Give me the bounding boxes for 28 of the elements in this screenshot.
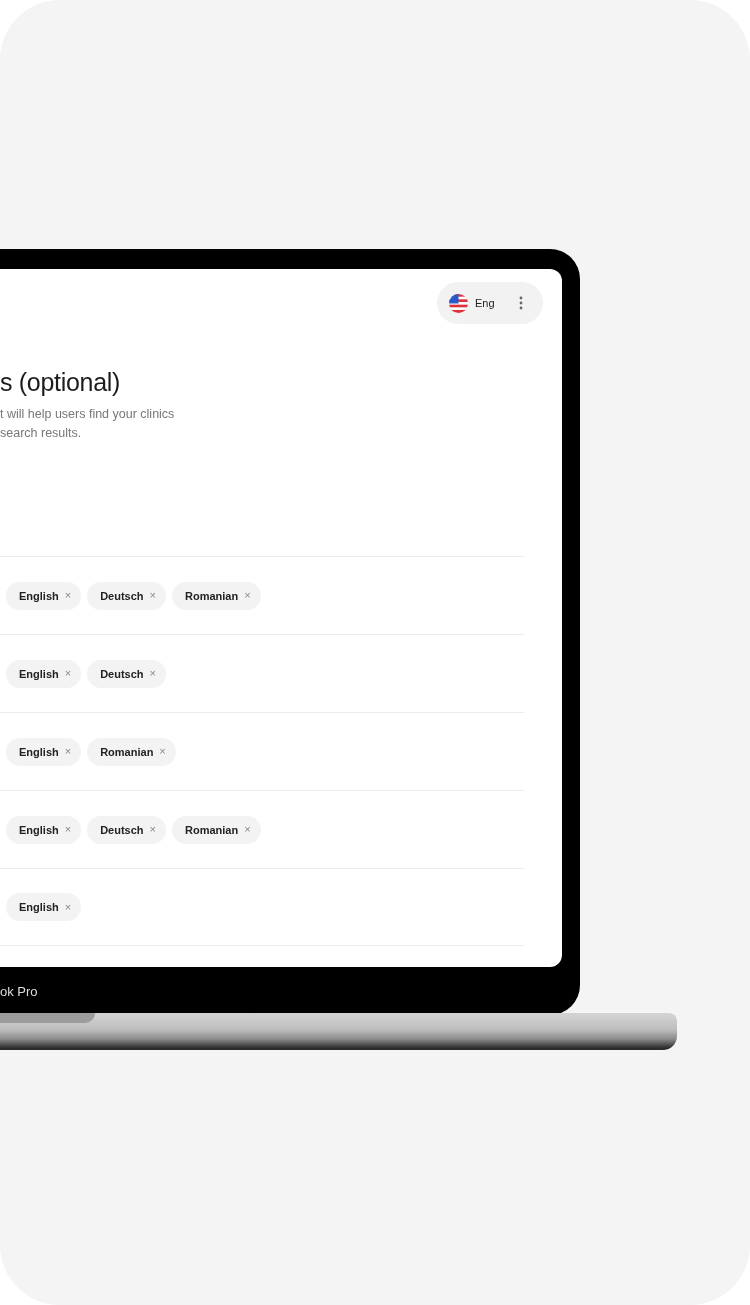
- chip-label: Romanian: [185, 589, 239, 602]
- chip-label: English: [19, 823, 59, 836]
- description-text: t will help users find your clinics search results.: [0, 406, 176, 442]
- remove-button[interactable]: ×: [64, 824, 72, 835]
- page-heading: s (optional): [0, 367, 122, 398]
- remove-button[interactable]: ×: [244, 824, 251, 835]
- chip-label: Deutsch: [100, 589, 144, 602]
- chip-label: English: [19, 589, 59, 602]
- chip-label: English: [19, 745, 59, 758]
- flag-icon: [449, 293, 468, 313]
- language-selector[interactable]: Eng: [437, 282, 543, 324]
- remove-button[interactable]: ×: [64, 901, 72, 913]
- remove-button[interactable]: ×: [149, 590, 156, 601]
- chip-label: Romanian: [100, 745, 154, 758]
- chip-label: Romanian: [185, 823, 239, 836]
- device-label: ok Pro: [0, 983, 38, 999]
- chip-label: Deutsch: [100, 823, 144, 836]
- chip-label: English: [19, 667, 59, 680]
- remove-button[interactable]: ×: [64, 590, 72, 601]
- remove-button[interactable]: ×: [244, 590, 251, 601]
- remove-button[interactable]: ×: [64, 668, 72, 679]
- chip-label: English: [19, 901, 59, 913]
- remove-button[interactable]: ×: [149, 668, 156, 679]
- more-icon[interactable]: [519, 296, 523, 310]
- remove-button[interactable]: ×: [149, 824, 156, 835]
- chip-label: Deutsch: [100, 667, 144, 680]
- remove-button[interactable]: ×: [159, 746, 166, 757]
- remove-button[interactable]: ×: [64, 746, 72, 757]
